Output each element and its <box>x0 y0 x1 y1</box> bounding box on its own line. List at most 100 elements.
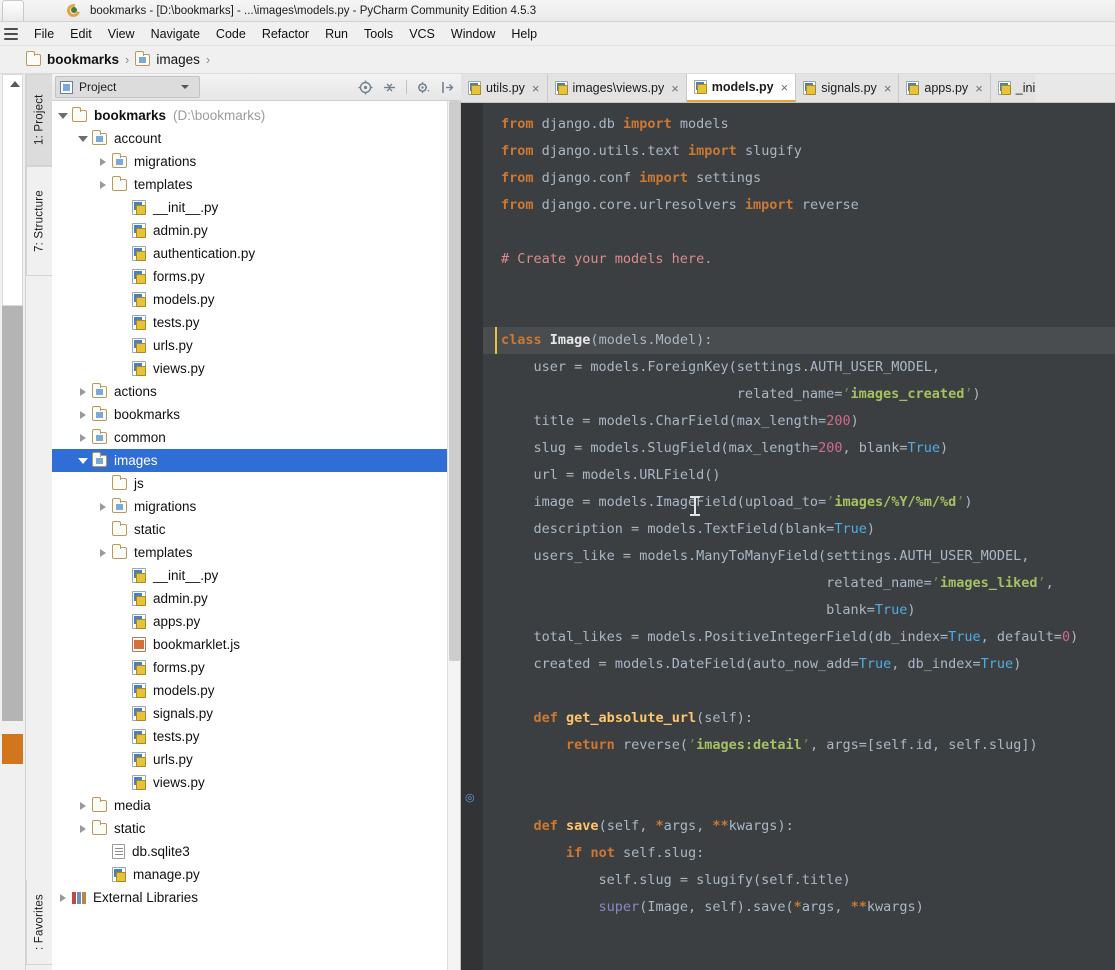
tree-row[interactable]: js <box>52 472 448 495</box>
target-icon[interactable] <box>358 80 373 95</box>
chevron-down-icon[interactable] <box>181 85 189 89</box>
editor-tab[interactable]: utils.py × <box>461 74 548 102</box>
expand-triangle-icon[interactable] <box>96 500 110 514</box>
tree-row[interactable]: static <box>52 518 448 541</box>
expand-triangle-icon[interactable] <box>96 546 110 560</box>
scrollbar-thumb[interactable] <box>449 101 460 661</box>
expand-triangle-icon[interactable] <box>76 385 90 399</box>
menu-item-code[interactable]: Code <box>208 25 254 43</box>
tree-row[interactable]: urls.py <box>52 334 448 357</box>
tree-row[interactable]: admin.py <box>52 587 448 610</box>
editor-tab-label: models.py <box>711 80 774 94</box>
hamburger-icon[interactable] <box>4 27 18 40</box>
menu-item-help[interactable]: Help <box>503 25 545 43</box>
editor-tab[interactable]: _ini <box>990 74 1036 102</box>
tree-row[interactable]: common <box>52 426 448 449</box>
override-method-icon[interactable]: ◎ <box>465 793 476 804</box>
expand-triangle-icon[interactable] <box>96 155 110 169</box>
code-editor[interactable]: ◎ from django.db import models from djang… <box>461 103 1115 970</box>
tree-row[interactable]: urls.py <box>52 748 448 771</box>
sidebar-tab-structure[interactable]: 7: Structure <box>26 166 52 276</box>
tree-row[interactable]: bookmarks (D:\bookmarks) <box>52 104 448 127</box>
menu-item-vcs[interactable]: VCS <box>401 25 443 43</box>
project-view-selector[interactable]: Project <box>55 76 200 98</box>
tree-row[interactable]: signals.py <box>52 702 448 725</box>
scroll-up-arrow-icon[interactable] <box>10 81 20 87</box>
tree-row[interactable]: forms.py <box>52 656 448 679</box>
tree-row[interactable]: db.sqlite3 <box>52 840 448 863</box>
close-icon[interactable]: × <box>975 81 983 96</box>
menu-item-view[interactable]: View <box>100 25 143 43</box>
menu-item-file[interactable]: File <box>26 25 62 43</box>
sidebar-tab-favorites[interactable]: : Favorites <box>26 880 52 965</box>
expand-triangle-icon[interactable] <box>76 408 90 422</box>
strip-scroll-track[interactable] <box>2 74 23 306</box>
collapse-triangle-icon[interactable] <box>76 454 90 468</box>
tree-row[interactable]: media <box>52 794 448 817</box>
menu-item-navigate[interactable]: Navigate <box>143 25 208 43</box>
tree-row[interactable]: models.py <box>52 288 448 311</box>
expand-triangle-icon[interactable] <box>96 178 110 192</box>
tree-row[interactable]: apps.py <box>52 610 448 633</box>
tree-row[interactable]: tests.py <box>52 725 448 748</box>
collapse-triangle-icon[interactable] <box>76 132 90 146</box>
tree-row[interactable]: images <box>52 449 448 472</box>
tree-row[interactable]: forms.py <box>52 265 448 288</box>
project-tree[interactable]: bookmarks (D:\bookmarks) account migrations… <box>52 101 448 970</box>
menu-item-window[interactable]: Window <box>443 25 503 43</box>
menu-item-refactor[interactable]: Refactor <box>254 25 317 43</box>
tree-row[interactable]: views.py <box>52 771 448 794</box>
editor-tab[interactable]: signals.py × <box>796 74 900 102</box>
tree-row[interactable]: __init__.py <box>52 196 448 219</box>
tree-row[interactable]: views.py <box>52 357 448 380</box>
tree-row[interactable]: templates <box>52 541 448 564</box>
code-line: def save(self, *args, **kwargs): <box>533 818 794 834</box>
menu-item-edit[interactable]: Edit <box>62 25 100 43</box>
menu-item-run[interactable]: Run <box>317 25 356 43</box>
left-tool-strip <box>0 74 26 970</box>
project-icon <box>60 80 73 94</box>
code-content[interactable]: from django.db import models from django.… <box>483 103 1115 970</box>
tree-row[interactable]: manage.py <box>52 863 448 886</box>
breadcrumb-item-bookmarks[interactable]: bookmarks <box>26 50 119 67</box>
tree-row[interactable]: migrations <box>52 150 448 173</box>
close-icon[interactable]: × <box>781 80 789 95</box>
sidebar-tab-project[interactable]: 1: Project <box>26 74 52 166</box>
tree-row[interactable]: models.py <box>52 679 448 702</box>
collapse-triangle-icon[interactable] <box>56 109 70 123</box>
settings-gear-icon[interactable] <box>416 80 431 95</box>
tree-row[interactable]: tests.py <box>52 311 448 334</box>
close-icon[interactable]: × <box>884 81 892 96</box>
editor-tab[interactable]: apps.py × <box>899 74 991 102</box>
code-line: return reverse(’images:detail’, args=[se… <box>566 737 1038 753</box>
project-tree-scrollbar[interactable] <box>447 101 460 970</box>
expand-triangle-icon[interactable] <box>76 431 90 445</box>
editor-tab-bar[interactable]: utils.py × images\views.py × models.py × signa… <box>461 74 1115 103</box>
expand-triangle-icon[interactable] <box>76 799 90 813</box>
tree-row[interactable]: static <box>52 817 448 840</box>
expand-triangle-icon[interactable] <box>56 891 70 905</box>
close-icon[interactable]: × <box>532 81 540 96</box>
expand-triangle-icon[interactable] <box>76 822 90 836</box>
tree-row[interactable]: admin.py <box>52 219 448 242</box>
python-file-icon <box>132 269 146 284</box>
tree-row[interactable]: authentication.py <box>52 242 448 265</box>
editor-gutter[interactable]: ◎ <box>461 103 483 970</box>
tree-row[interactable]: actions <box>52 380 448 403</box>
python-file-icon <box>554 81 568 95</box>
hide-panel-icon[interactable] <box>440 80 455 95</box>
tree-row[interactable]: External Libraries <box>52 886 448 909</box>
close-icon[interactable]: × <box>671 81 679 96</box>
tree-row[interactable]: account <box>52 127 448 150</box>
menu-item-tools[interactable]: Tools <box>356 25 401 43</box>
tree-row[interactable]: templates <box>52 173 448 196</box>
collapse-all-icon[interactable] <box>382 80 397 95</box>
tree-row[interactable]: bookmarklet.js <box>52 633 448 656</box>
breadcrumb-item-images[interactable]: images <box>135 50 200 67</box>
editor-tab[interactable]: models.py × <box>686 74 797 102</box>
tree-row[interactable]: __init__.py <box>52 564 448 587</box>
strip-scroll-thumb[interactable] <box>2 306 23 721</box>
editor-tab[interactable]: images\views.py × <box>547 74 687 102</box>
tree-row[interactable]: migrations <box>52 495 448 518</box>
tree-row[interactable]: bookmarks <box>52 403 448 426</box>
